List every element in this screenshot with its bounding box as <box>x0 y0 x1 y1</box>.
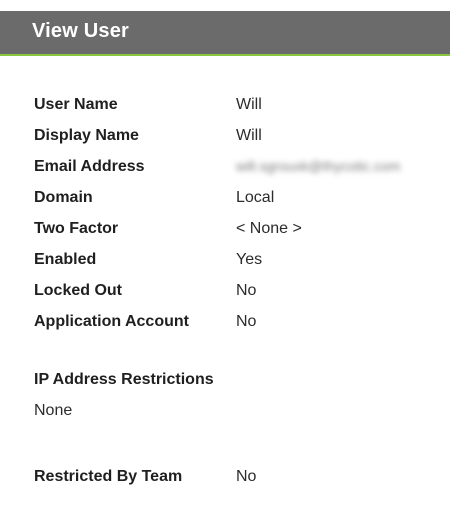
locked-out-value: No <box>236 281 257 299</box>
enabled-label: Enabled <box>34 250 97 268</box>
enabled-value: Yes <box>236 250 263 268</box>
application-account-label: Application Account <box>34 312 189 330</box>
ip-restrictions-value: None <box>34 402 73 419</box>
view-user-panel: View User User Name Will Display Name Wi… <box>0 0 450 506</box>
email-address-value: will.sgrouxk@thycotic.com <box>236 158 400 176</box>
two-factor-value: < None > <box>236 219 302 237</box>
field-row-enabled: Enabled Yes <box>34 244 434 275</box>
field-row-locked-out: Locked Out No <box>34 275 434 306</box>
ip-restrictions-heading: IP Address Restrictions <box>34 371 214 388</box>
field-row-email-address: Email Address will.sgrouxk@thycotic.com <box>34 151 434 182</box>
locked-out-label: Locked Out <box>34 281 123 299</box>
email-address-redacted: will.sgrouxk@thycotic.com <box>236 157 401 174</box>
field-row-domain: Domain Local <box>34 182 434 213</box>
restricted-by-team-label: Restricted By Team <box>34 468 183 485</box>
user-name-label: User Name <box>34 95 118 113</box>
email-address-label: Email Address <box>34 157 145 175</box>
domain-label: Domain <box>34 188 93 206</box>
two-factor-label: Two Factor <box>34 219 119 237</box>
display-name-label: Display Name <box>34 126 139 144</box>
page-title: View User <box>32 20 130 42</box>
field-row-two-factor: Two Factor < None > <box>34 213 434 244</box>
field-row-display-name: Display Name Will <box>34 120 434 151</box>
user-name-value: Will <box>236 95 262 113</box>
application-account-value: No <box>236 312 257 330</box>
field-row-user-name: User Name Will <box>34 89 434 120</box>
field-row-restricted-by-team: Restricted By Team No <box>34 466 256 488</box>
domain-value: Local <box>236 188 275 206</box>
display-name-value: Will <box>236 126 262 144</box>
field-row-application-account: Application Account No <box>34 306 434 337</box>
panel-header: View User <box>0 11 450 56</box>
user-details: User Name Will Display Name Will Email A… <box>34 89 434 337</box>
restricted-by-team-value: No <box>236 468 257 485</box>
